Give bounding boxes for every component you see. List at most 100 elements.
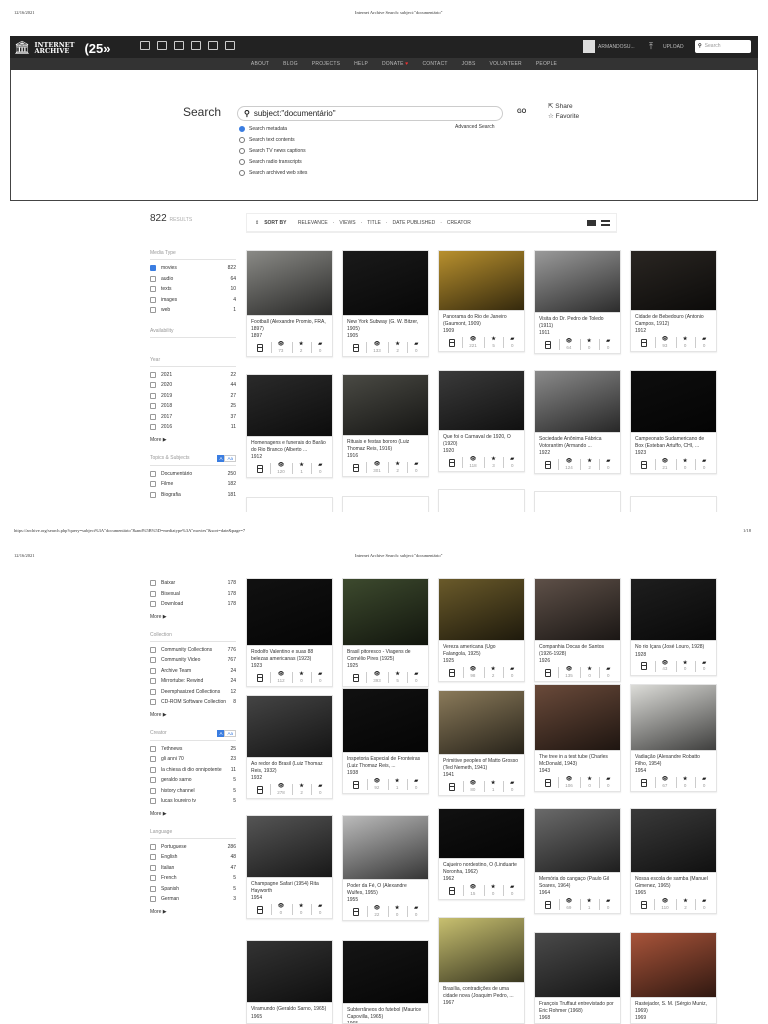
nav-volunteer[interactable]: VOLUNTEER xyxy=(490,61,522,67)
item-title[interactable]: New York Subway (G. W. Bitzer, 1905) xyxy=(343,316,428,332)
facet-option[interactable]: history channel 5 xyxy=(150,787,236,799)
nav-people[interactable]: PEOPLE xyxy=(536,61,557,67)
checkbox[interactable] xyxy=(150,896,156,902)
result-card[interactable]: Inspetoria Especial de Fronteiras (Luiz … xyxy=(342,688,429,794)
facet-option[interactable]: 2020 44 xyxy=(150,382,236,393)
result-card[interactable]: Visita do Dr. Pedro de Toledo (1911) 191… xyxy=(534,250,621,354)
item-title[interactable]: Panorama do Rio de Janeiro (Gaumont, 190… xyxy=(439,311,524,327)
item-title[interactable]: Cidade de Bebedouro (Antonio Campos, 191… xyxy=(631,311,716,327)
sort-views[interactable]: VIEWS xyxy=(339,220,355,226)
facet-option[interactable]: 2017 37 xyxy=(150,413,236,425)
upload-link[interactable]: UPLOAD xyxy=(663,44,684,50)
facet-option[interactable]: English 48 xyxy=(150,854,236,865)
checkbox[interactable] xyxy=(150,756,156,762)
more-link[interactable]: More ▶ xyxy=(150,614,236,620)
facet-option[interactable]: Spanish 5 xyxy=(150,885,236,897)
radio-search-metadata[interactable]: Search metadata xyxy=(239,123,307,134)
avatar[interactable] xyxy=(583,40,595,53)
checkbox[interactable] xyxy=(150,745,156,752)
item-thumbnail[interactable] xyxy=(631,579,716,641)
facet-option[interactable]: la chiesa di dio onnipotente 11 xyxy=(150,766,236,778)
item-title[interactable]: Cajueiro nordestino, O (Linduarte Noronh… xyxy=(439,859,524,875)
nav-blog[interactable]: BLOG xyxy=(283,61,298,67)
item-title[interactable]: Brasília, contradições de uma cidade nov… xyxy=(439,983,524,999)
item-title[interactable]: Vadiação (Alexandre Robatto Filho, 1954) xyxy=(631,751,716,767)
facet-option[interactable]: audio 64 xyxy=(150,275,236,287)
facet-option[interactable]: Community Collections 776 xyxy=(150,646,236,658)
item-thumbnail[interactable] xyxy=(535,579,620,641)
facet-option[interactable]: Portuguese 286 xyxy=(150,843,236,855)
texts-icon[interactable] xyxy=(157,41,167,50)
checkbox[interactable] xyxy=(150,678,156,684)
result-card[interactable]: Homenagens e funerais do Barão do Rio Br… xyxy=(246,374,333,478)
sort-relevance[interactable]: RELEVANCE xyxy=(298,220,328,226)
item-title[interactable]: Companhia Docas de Santos (1926-1928) xyxy=(535,641,620,657)
item-title[interactable]: Champagne Safari (1954) Rita Hayworth xyxy=(247,878,332,894)
item-thumbnail[interactable] xyxy=(631,933,716,998)
favorite-button[interactable]: ☆ Favorite xyxy=(548,112,579,120)
checkbox[interactable] xyxy=(150,798,156,804)
facet-option[interactable]: texts 10 xyxy=(150,286,236,297)
checkbox[interactable] xyxy=(150,296,156,303)
search-query-input[interactable]: ⚲ subject:"documentário" xyxy=(237,106,503,121)
checkbox[interactable] xyxy=(150,864,156,871)
item-title[interactable]: Rastejador, S. M. (Sérgio Muniz, 1969) xyxy=(631,998,716,1014)
facet-option[interactable]: lucas loureiro tv 5 xyxy=(150,798,236,809)
facet-option[interactable]: Documentário 250 xyxy=(150,470,236,482)
checkbox[interactable] xyxy=(150,885,156,892)
video-icon[interactable] xyxy=(174,41,184,50)
result-card[interactable]: New York Subway (G. W. Bitzer, 1905) 190… xyxy=(342,250,429,357)
item-thumbnail[interactable] xyxy=(439,918,524,983)
result-card[interactable]: Sociedade Anônima Fábrica Votorantim (Ar… xyxy=(534,370,621,474)
checkbox[interactable] xyxy=(150,371,156,378)
more-link[interactable]: More ▶ xyxy=(150,712,236,718)
checkbox[interactable] xyxy=(150,843,156,850)
item-thumbnail[interactable] xyxy=(247,941,332,1003)
result-card[interactable]: Viramundo (Geraldo Sarno, 1965) 1965 xyxy=(246,940,333,1024)
more-link[interactable]: More ▶ xyxy=(150,909,236,915)
nav-projects[interactable]: PROJECTS xyxy=(312,61,340,67)
result-card[interactable]: Vereza americana (Ugo Falangola, 1925) 1… xyxy=(438,578,525,682)
item-thumbnail[interactable] xyxy=(535,933,620,998)
facet-option[interactable]: images 4 xyxy=(150,296,236,308)
result-card[interactable]: No rio Içara (José Louro, 1928) 1928 👁 43… xyxy=(630,578,717,676)
result-card[interactable]: Memória do cangaço (Paulo Gil Soares, 19… xyxy=(534,808,621,914)
item-thumbnail[interactable] xyxy=(631,371,716,433)
item-thumbnail[interactable] xyxy=(247,375,332,437)
item-thumbnail[interactable] xyxy=(535,251,620,313)
facet-option[interactable]: Archive Team 24 xyxy=(150,667,236,679)
result-card[interactable]: Rituais e festas bororo (Luiz Thomaz Rei… xyxy=(342,374,429,477)
checkbox[interactable] xyxy=(150,854,156,860)
checkbox[interactable] xyxy=(150,787,156,794)
result-card[interactable]: Poder da Fé, O (Alexandre Wulfes, 1955) … xyxy=(342,815,429,921)
sort-creator[interactable]: CREATOR xyxy=(447,220,471,226)
result-card[interactable]: Rastejador, S. M. (Sérgio Muniz, 1969) 1… xyxy=(630,932,717,1024)
checkbox[interactable] xyxy=(150,777,156,783)
result-card[interactable]: Rodolfo Valentino e suas 88 belezas amer… xyxy=(246,578,333,687)
advanced-search-link[interactable]: Advanced Search xyxy=(455,124,494,130)
item-thumbnail[interactable] xyxy=(631,809,716,873)
item-thumbnail[interactable] xyxy=(439,251,524,311)
result-card[interactable]: Cajueiro nordestino, O (Linduarte Noronh… xyxy=(438,808,525,900)
item-title[interactable]: Nossa escola de samba (Manuel Gimenez, 1… xyxy=(631,873,716,889)
facet-option[interactable]: German 3 xyxy=(150,896,236,907)
checkbox[interactable] xyxy=(150,424,156,430)
result-card[interactable]: Champagne Safari (1954) Rita Hayworth 19… xyxy=(246,815,333,919)
item-title[interactable]: The tree in a test tube (Charles McDonal… xyxy=(535,751,620,767)
facet-option[interactable]: 2018 25 xyxy=(150,403,236,414)
item-thumbnail[interactable] xyxy=(535,809,620,873)
facet-option[interactable]: 7ethnews 25 xyxy=(150,745,236,757)
checkbox[interactable] xyxy=(150,580,156,586)
audio-icon[interactable] xyxy=(191,41,201,50)
result-card[interactable]: The tree in a test tube (Charles McDonal… xyxy=(534,684,621,792)
result-card[interactable]: Primitive peoples of Matto Grosso (Ted N… xyxy=(438,690,525,796)
item-title[interactable]: Rodolfo Valentino e suas 88 belezas amer… xyxy=(247,646,332,662)
item-thumbnail[interactable] xyxy=(343,941,428,1004)
facet-option[interactable]: Download 178 xyxy=(150,601,236,612)
facet-option[interactable]: 2019 27 xyxy=(150,392,236,404)
result-card[interactable]: Campeonato Sudamericano de Box (Esteban … xyxy=(630,370,717,474)
result-card[interactable]: Subterrâneos do futebol (Maurice Capovil… xyxy=(342,940,429,1024)
item-title[interactable]: Poder da Fé, O (Alexandre Wulfes, 1955) xyxy=(343,880,428,896)
radio-search-tv[interactable]: Search TV news captions xyxy=(239,145,307,156)
checkbox[interactable] xyxy=(150,307,156,313)
